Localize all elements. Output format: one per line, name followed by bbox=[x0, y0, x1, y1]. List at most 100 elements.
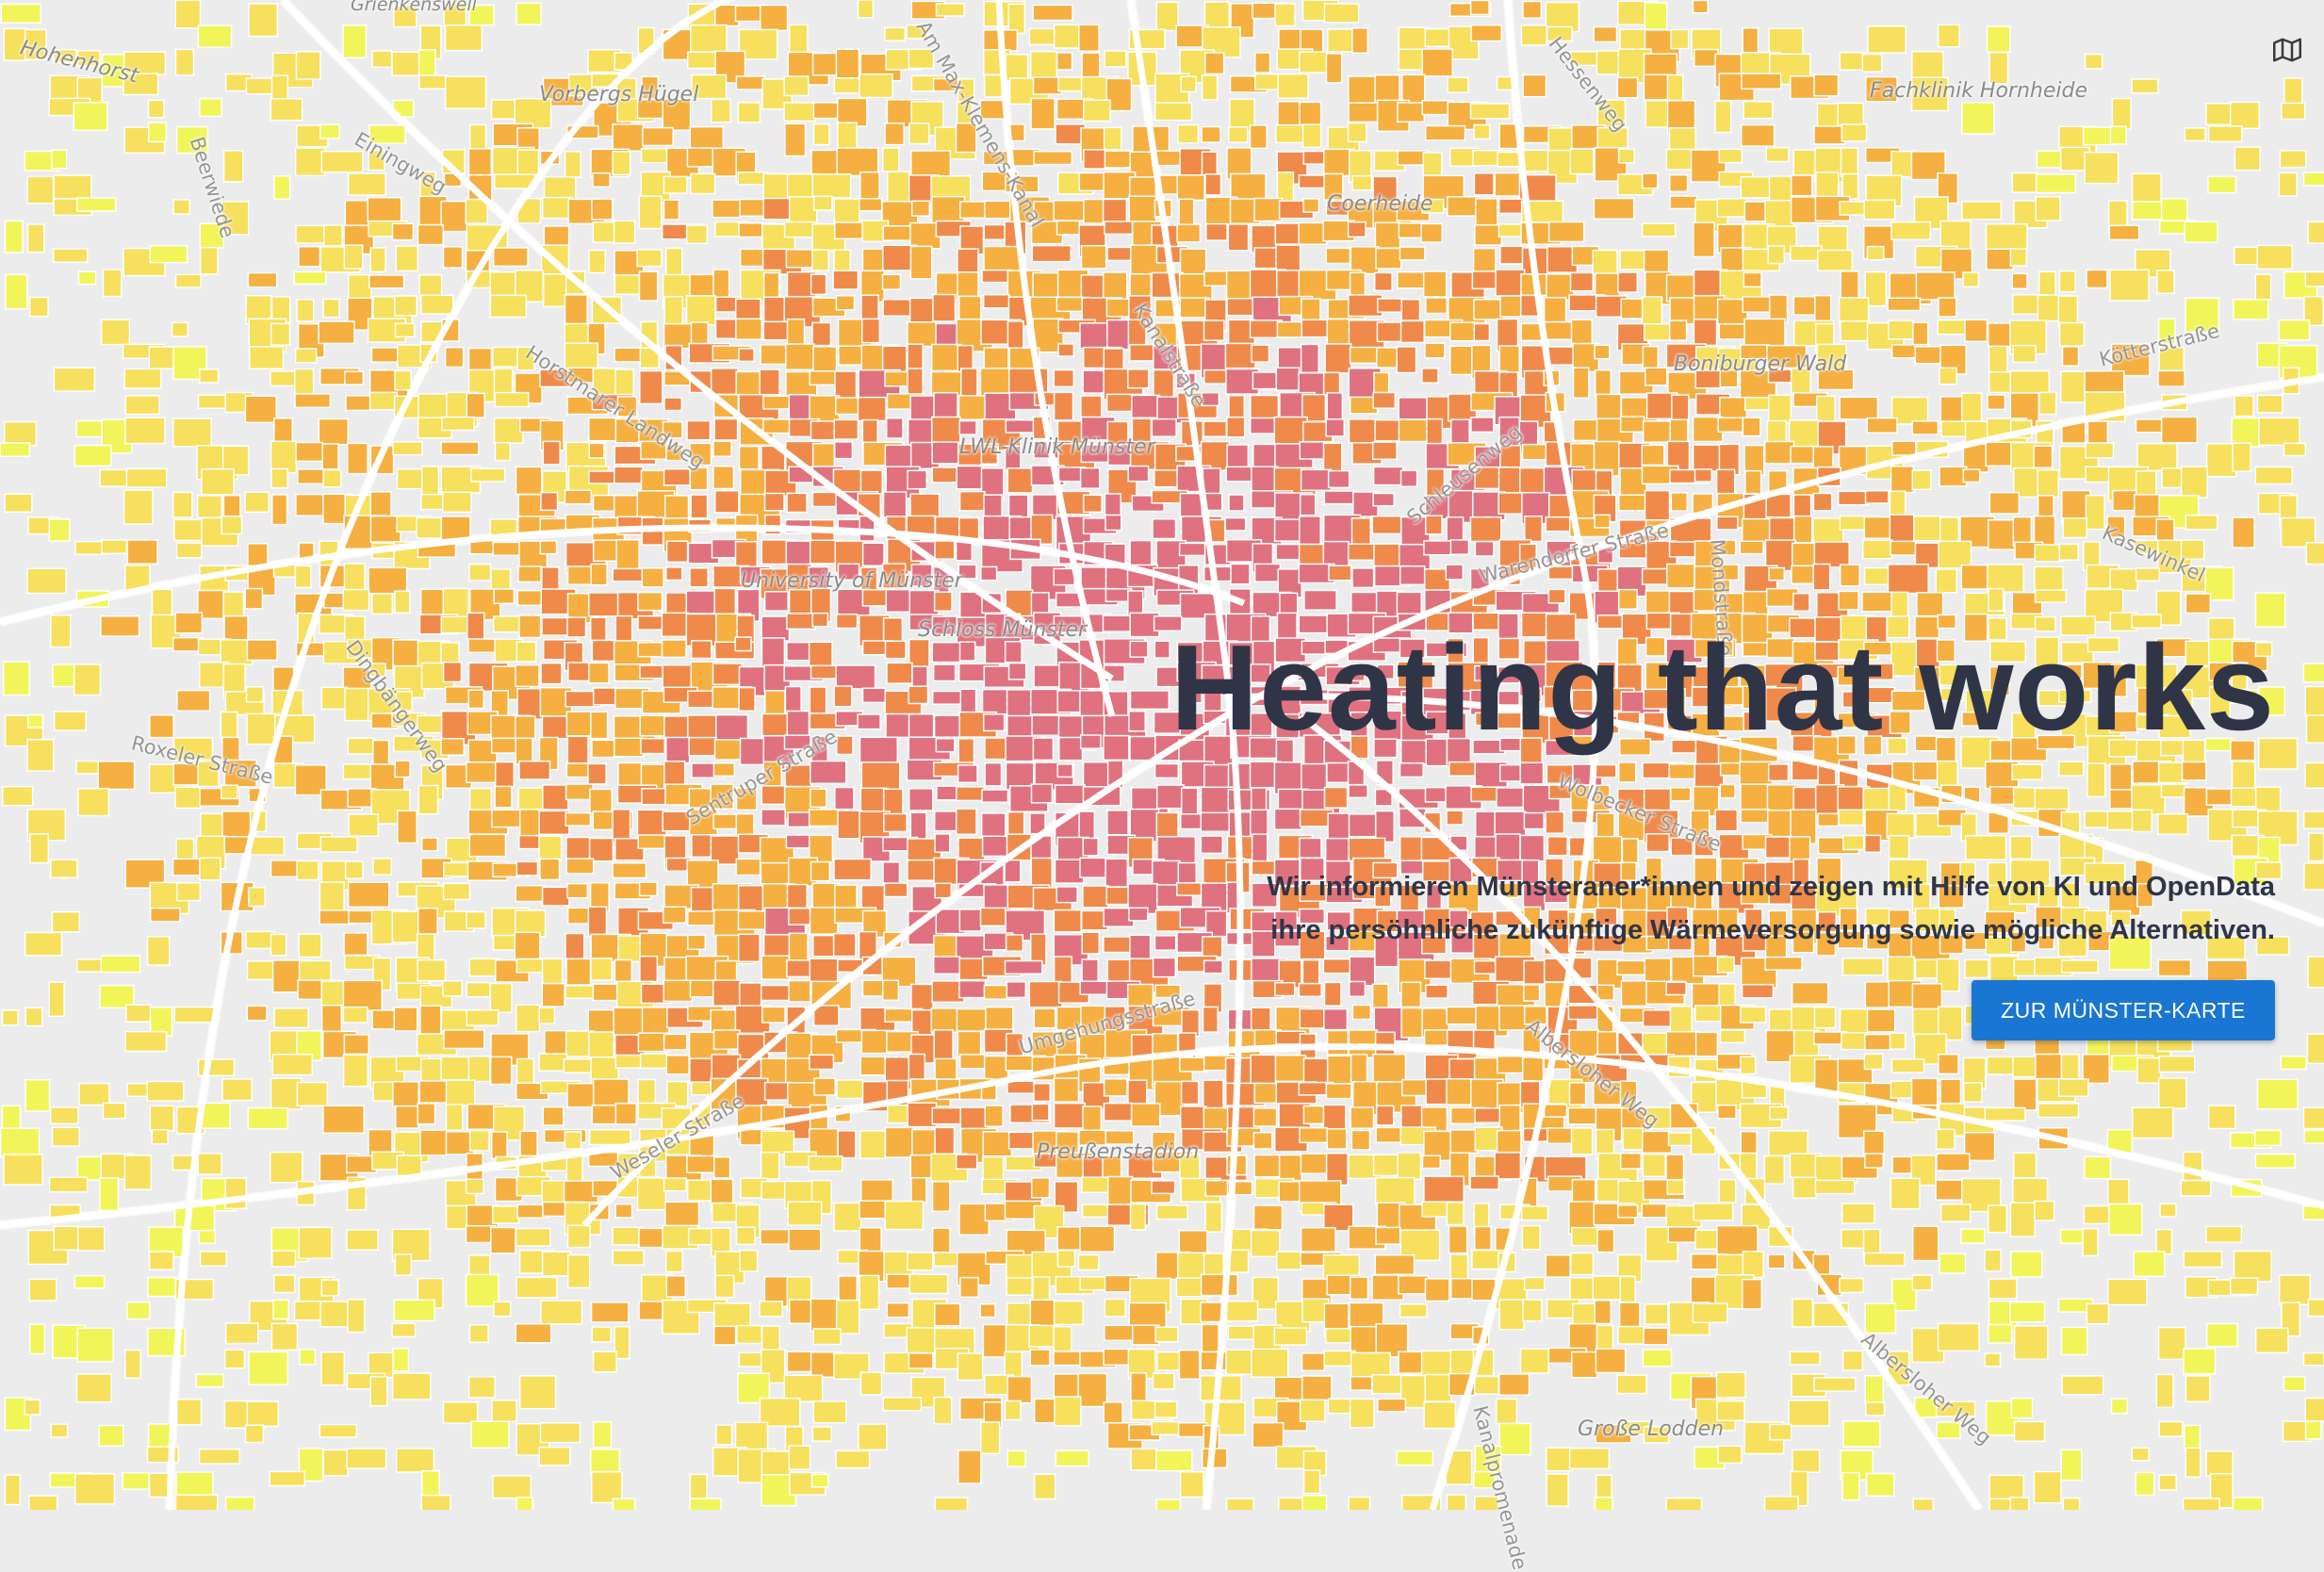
building-block bbox=[540, 859, 560, 879]
building-block bbox=[1718, 1105, 1736, 1119]
building-block bbox=[2308, 1300, 2324, 1317]
building-block bbox=[664, 398, 681, 411]
building-block bbox=[1666, 1154, 1683, 1182]
building-block bbox=[1547, 1448, 1573, 1470]
building-block bbox=[835, 788, 854, 810]
building-block bbox=[271, 934, 286, 955]
building-block bbox=[272, 1055, 312, 1075]
building-block bbox=[2037, 174, 2076, 193]
building-block bbox=[52, 912, 79, 932]
building-block bbox=[543, 785, 568, 810]
building-block bbox=[222, 811, 252, 837]
building-block bbox=[1572, 1352, 1597, 1378]
building-block bbox=[1841, 565, 1860, 586]
building-block bbox=[1889, 565, 1929, 594]
building-block bbox=[567, 736, 588, 763]
building-block bbox=[2307, 715, 2324, 743]
building-block bbox=[835, 371, 857, 398]
building-block bbox=[1376, 249, 1401, 269]
building-block bbox=[345, 564, 366, 593]
building-block bbox=[1843, 1351, 1863, 1370]
building-block bbox=[788, 1202, 822, 1225]
building-block bbox=[1571, 272, 1594, 290]
building-block bbox=[1426, 298, 1448, 314]
building-block bbox=[1227, 1302, 1258, 1321]
building-block bbox=[1229, 495, 1244, 511]
building-block bbox=[539, 1054, 566, 1071]
building-block bbox=[1864, 517, 1893, 539]
building-block bbox=[1814, 1378, 1856, 1391]
building-block bbox=[980, 1304, 995, 1318]
building-block bbox=[1132, 1104, 1160, 1126]
building-block bbox=[933, 1228, 950, 1253]
building-block bbox=[1105, 859, 1127, 887]
building-block bbox=[567, 884, 587, 898]
building-block bbox=[911, 1178, 926, 1203]
building-block bbox=[1426, 126, 1465, 140]
building-block bbox=[226, 1323, 258, 1344]
building-block bbox=[712, 100, 730, 123]
building-block bbox=[836, 49, 859, 78]
building-block bbox=[323, 1449, 348, 1476]
building-block bbox=[516, 1324, 551, 1343]
building-block bbox=[395, 296, 417, 316]
building-block bbox=[1083, 886, 1108, 908]
building-block bbox=[1989, 346, 2007, 371]
building-block bbox=[666, 738, 690, 763]
building-block bbox=[1203, 1007, 1219, 1033]
building-block bbox=[370, 516, 401, 543]
place-label-grienkenswell: Grienkenswell bbox=[351, 0, 477, 15]
building-block bbox=[1842, 1204, 1874, 1223]
building-block bbox=[2209, 1105, 2235, 1129]
building-block bbox=[1105, 151, 1131, 168]
building-block bbox=[713, 441, 731, 456]
building-block bbox=[372, 594, 393, 614]
building-block bbox=[1864, 1054, 1882, 1069]
building-block bbox=[2233, 443, 2250, 471]
building-block bbox=[1373, 494, 1394, 506]
building-block bbox=[417, 225, 443, 245]
building-block bbox=[27, 740, 54, 771]
building-block bbox=[615, 369, 633, 395]
building-block bbox=[270, 1471, 304, 1485]
building-block bbox=[1670, 196, 1697, 208]
building-block bbox=[176, 1495, 218, 1510]
building-block bbox=[2015, 1421, 2045, 1441]
building-block bbox=[1372, 516, 1400, 534]
building-block bbox=[1206, 224, 1227, 241]
building-block bbox=[247, 640, 277, 661]
building-block bbox=[761, 6, 788, 31]
building-block bbox=[1301, 299, 1320, 322]
building-block bbox=[1375, 272, 1392, 290]
building-block bbox=[2059, 761, 2084, 776]
building-block bbox=[466, 393, 484, 418]
building-block bbox=[2233, 517, 2254, 548]
building-block bbox=[1472, 271, 1496, 288]
building-block bbox=[814, 1078, 835, 1095]
building-block bbox=[1670, 1007, 1692, 1034]
building-block bbox=[76, 1374, 111, 1402]
building-block bbox=[2183, 761, 2206, 780]
building-block bbox=[1964, 1083, 1982, 1102]
building-block bbox=[1397, 1451, 1432, 1466]
building-block bbox=[2062, 1376, 2103, 1395]
open-muenster-map-button[interactable]: ZUR MÜNSTER-KARTE bbox=[1972, 980, 2275, 1040]
building-block bbox=[935, 883, 951, 897]
building-block bbox=[833, 270, 858, 289]
building-block bbox=[691, 25, 727, 52]
building-block bbox=[443, 492, 471, 512]
building-block bbox=[958, 1450, 981, 1483]
building-block bbox=[54, 175, 91, 199]
building-block bbox=[1765, 958, 1802, 971]
building-block bbox=[1818, 813, 1839, 826]
building-block bbox=[1180, 494, 1202, 520]
building-block bbox=[789, 933, 808, 962]
building-block bbox=[1545, 1105, 1567, 1117]
map-view-toggle[interactable] bbox=[2271, 34, 2303, 66]
building-block bbox=[784, 103, 815, 121]
building-block bbox=[2059, 271, 2075, 292]
building-block bbox=[1574, 368, 1589, 398]
building-block bbox=[150, 1105, 173, 1130]
building-block bbox=[1278, 74, 1308, 99]
building-block bbox=[2011, 1252, 2042, 1277]
